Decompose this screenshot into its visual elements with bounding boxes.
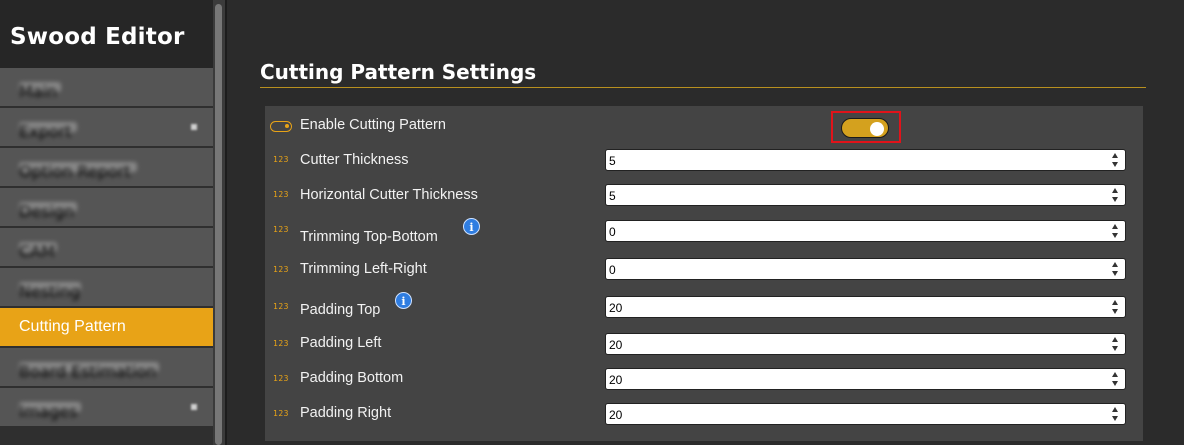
number-icon: 123 [273, 225, 289, 234]
trimming-top-bottom-row: 123 Trimming Top-Bottom i [265, 214, 1143, 246]
sidebar-item-label: Images [19, 402, 81, 421]
chevron-right-icon [191, 124, 197, 130]
sidebar-item-board-estimation[interactable]: Board Estimation [0, 348, 213, 386]
field-label: Horizontal Cutter Thickness [300, 187, 478, 203]
settings-panel: Enable Cutting Pattern 123 Cutter Thickn… [265, 106, 1143, 441]
field-label: Trimming Left-Right [300, 261, 427, 277]
trimming-left-right-value[interactable] [606, 260, 1096, 280]
number-icon: 123 [273, 190, 289, 199]
info-icon[interactable]: i [463, 218, 480, 235]
sidebar-item-main[interactable]: Main [0, 68, 213, 106]
number-icon: 123 [273, 409, 289, 418]
enable-cutting-pattern-toggle[interactable] [841, 118, 889, 138]
sidebar-item-label: Design [19, 202, 77, 221]
sidebar-item-option-report[interactable]: Option Report [0, 148, 213, 186]
sidebar-scrollbar[interactable] [213, 0, 225, 445]
field-label: Padding Right [300, 405, 392, 421]
padding-right-row: 123 Padding Right [265, 398, 1143, 430]
padding-bottom-row: 123 Padding Bottom [265, 363, 1143, 395]
number-icon: 123 [273, 374, 289, 383]
padding-right-input[interactable] [605, 403, 1126, 425]
chevron-right-icon [191, 404, 197, 410]
field-label: Cutter Thickness [300, 152, 409, 168]
spinner-icon[interactable] [1112, 300, 1120, 314]
number-icon: 123 [273, 155, 289, 164]
enable-cutting-pattern-label: Enable Cutting Pattern [300, 117, 446, 133]
sidebar-item-images[interactable]: Images [0, 388, 213, 426]
sidebar-item-label: Board Estimation [19, 362, 159, 381]
number-icon: 123 [273, 302, 289, 311]
padding-left-value[interactable] [606, 335, 1096, 355]
cutter-thickness-value[interactable] [606, 151, 1096, 171]
padding-bottom-value[interactable] [606, 370, 1096, 390]
sidebar-item-label: Export [19, 122, 77, 141]
spinner-icon[interactable] [1112, 224, 1120, 238]
spinner-icon[interactable] [1112, 262, 1120, 276]
sidebar: Swood Editor Main Export Option Report D… [0, 0, 213, 445]
spinner-icon[interactable] [1112, 188, 1120, 202]
spinner-icon[interactable] [1112, 337, 1120, 351]
spinner-icon[interactable] [1112, 407, 1120, 421]
spinner-icon[interactable] [1112, 153, 1120, 167]
sidebar-item-nesting[interactable]: Nesting [0, 268, 213, 306]
sidebar-item-label: Main [19, 82, 61, 101]
sidebar-item-design[interactable]: Design [0, 188, 213, 226]
padding-top-row: 123 Padding Top i [265, 291, 1143, 323]
spinner-icon[interactable] [1112, 372, 1120, 386]
padding-top-value[interactable] [606, 298, 1096, 318]
toggle-icon [270, 121, 292, 132]
horizontal-cutter-thickness-value[interactable] [606, 186, 1096, 206]
trimming-top-bottom-input[interactable] [605, 220, 1126, 242]
main-content: Cutting Pattern Settings Enable Cutting … [227, 0, 1184, 445]
horizontal-cutter-thickness-input[interactable] [605, 184, 1126, 206]
padding-left-input[interactable] [605, 333, 1126, 355]
field-label: Padding Bottom [300, 370, 404, 386]
trimming-left-right-row: 123 Trimming Left-Right [265, 254, 1143, 286]
toggle-knob [870, 121, 884, 136]
number-icon: 123 [273, 265, 289, 274]
sidebar-item-cam[interactable]: CAM [0, 228, 213, 266]
field-label: Padding Top [300, 302, 381, 318]
sidebar-item-cutting-pattern[interactable]: Cutting Pattern [0, 308, 213, 346]
title-underline [260, 87, 1146, 88]
number-icon: 123 [273, 339, 289, 348]
field-label: Trimming Top-Bottom [300, 229, 438, 245]
enable-cutting-pattern-row: Enable Cutting Pattern [265, 108, 1143, 143]
sidebar-scrollbar-thumb[interactable] [215, 4, 222, 445]
sidebar-item-label: Nesting [19, 282, 81, 301]
sidebar-item-label: Cutting Pattern [19, 318, 126, 335]
app-title: Swood Editor [0, 0, 213, 68]
padding-top-input[interactable] [605, 296, 1126, 318]
sidebar-item-label: CAM [19, 242, 57, 261]
trimming-top-bottom-value[interactable] [606, 222, 1096, 242]
app-window: Swood Editor Main Export Option Report D… [0, 0, 1184, 445]
padding-left-row: 123 Padding Left [265, 328, 1143, 360]
trimming-left-right-input[interactable] [605, 258, 1126, 280]
sidebar-item-label: Option Report [19, 162, 137, 181]
cutter-thickness-input[interactable] [605, 149, 1126, 171]
info-icon[interactable]: i [395, 292, 412, 309]
sidebar-item-export[interactable]: Export [0, 108, 213, 146]
horizontal-cutter-thickness-row: 123 Horizontal Cutter Thickness [265, 179, 1143, 211]
cutter-thickness-row: 123 Cutter Thickness [265, 144, 1143, 176]
field-label: Padding Left [300, 335, 382, 351]
padding-right-value[interactable] [606, 405, 1096, 425]
padding-bottom-input[interactable] [605, 368, 1126, 390]
page-title: Cutting Pattern Settings [260, 60, 537, 84]
toggle-highlight-box [831, 111, 901, 143]
